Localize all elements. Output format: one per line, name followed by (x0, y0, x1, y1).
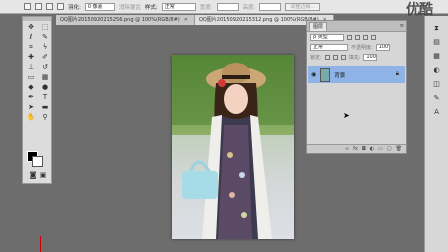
eyedropper-tool-icon[interactable]: ϟ (39, 43, 51, 52)
adjustments-icon[interactable]: ◐ (432, 66, 442, 74)
clone-stamp-icon[interactable]: ⊥ (25, 63, 37, 72)
lock-row: 锁定: 填充: 100% (307, 52, 406, 62)
layer-filter-row: ρ 类型 (307, 32, 406, 42)
photo-image (172, 55, 294, 239)
red-marker (40, 236, 41, 252)
marquee-tool-icon[interactable]: ⬚ (39, 23, 51, 32)
style-select[interactable]: 正常 (161, 2, 196, 11)
layer-thumbnail (320, 67, 331, 82)
healing-brush-icon[interactable]: ✚ (25, 53, 37, 62)
channels-icon[interactable]: ◫ (432, 80, 442, 88)
height-label: 高度: (242, 4, 256, 11)
pen-tool-icon[interactable]: ✒ (25, 93, 37, 102)
zoom-tool-icon[interactable]: ⚲ (39, 113, 51, 122)
background-color[interactable] (32, 156, 43, 167)
lock-position-icon[interactable] (332, 54, 338, 60)
canvas-photo[interactable] (172, 55, 294, 239)
blur-tool-icon[interactable]: ◆ (25, 83, 37, 92)
history-icon[interactable]: ⧗ (432, 24, 442, 32)
new-group-icon[interactable]: ▭ (378, 146, 383, 152)
brush-tool-icon[interactable]: ✐ (39, 53, 51, 62)
layers-panel: 图层 ≡ ρ 类型 正常 不透明度: 100% 锁定: 填充: 100% ◉ 背… (306, 20, 407, 154)
fill-input[interactable]: 100% (363, 53, 378, 61)
dodge-tool-icon[interactable]: ● (39, 83, 51, 92)
fill-label: 填充: (348, 54, 361, 61)
quick-select-tool-icon[interactable]: ✎ (39, 33, 51, 42)
layer-row-background[interactable]: ◉ 背景 🔒︎ (308, 66, 405, 83)
opacity-label: 不透明度: (351, 44, 373, 51)
move-tool-icon[interactable]: ✥ (25, 23, 37, 32)
close-icon[interactable]: ✕ (184, 15, 188, 25)
eraser-tool-icon[interactable]: ▭ (25, 73, 37, 82)
adjustment-layer-icon[interactable]: ◐ (370, 146, 374, 152)
width-label: 宽度: (199, 4, 213, 11)
panel-menu-icon[interactable]: ≡ (400, 23, 404, 29)
add-selection-icon[interactable] (35, 3, 42, 10)
tab-layers[interactable]: 图层 (309, 21, 328, 31)
hand-tool-icon[interactable]: ✋ (25, 113, 37, 122)
height-input[interactable] (259, 2, 282, 11)
add-mask-icon[interactable]: ◘ (362, 146, 366, 152)
opacity-input[interactable]: 100% (375, 43, 390, 51)
filter-shape-icon[interactable] (371, 34, 376, 40)
options-bar: 羽化: 0 像素 消除锯齿 样式: 正常 宽度: 高度: 调整边缘... (0, 0, 448, 14)
toolbox: ✥ ⬚ ℓ ✎ ⌗ ϟ ✚ ✐ ⊥ ↺ ▭ ▦ ◆ ● ✒ T ➤ ▬ ✋ ⚲ … (22, 16, 52, 184)
lock-label: 锁定: (310, 54, 322, 61)
paths-icon[interactable]: ✎ (432, 94, 442, 102)
gradient-tool-icon[interactable]: ▦ (39, 73, 51, 82)
filter-type-icon[interactable] (363, 34, 368, 40)
antialias-checkbox[interactable]: 消除锯齿 (119, 3, 141, 11)
history-brush-icon[interactable]: ↺ (39, 63, 51, 72)
swatches-icon[interactable]: ▦ (432, 52, 442, 60)
width-input[interactable] (216, 2, 239, 11)
path-select-icon[interactable]: ➤ (25, 103, 37, 112)
filter-pixel-icon[interactable] (347, 34, 352, 40)
lasso-tool-icon[interactable]: ℓ (25, 33, 37, 42)
doc-tab-2-label: QQ图片20150920215312.png @ 100%(RGB/8#) (198, 17, 319, 23)
layers-panel-header: 图层 ≡ (307, 21, 406, 32)
lock-icon: 🔒︎ (395, 70, 399, 77)
new-layer-icon[interactable]: ▢ (387, 146, 392, 152)
lock-all-icon[interactable] (340, 54, 346, 60)
blend-mode-select[interactable]: 正常 (310, 43, 348, 51)
doc-tab-1-label: QQ图片20150920215256.png @ 100%(RGB/8#) (60, 17, 180, 23)
subtract-selection-icon[interactable] (46, 3, 53, 10)
doc-tab-1[interactable]: QQ图片20150920215256.png @ 100%(RGB/8#) ✕ (56, 15, 195, 25)
new-selection-icon[interactable] (24, 3, 31, 10)
document-tabs: QQ图片20150920215256.png @ 100%(RGB/8#) ✕ … (56, 15, 334, 25)
eye-icon[interactable]: ◉ (311, 71, 316, 78)
properties-icon[interactable]: ▤ (432, 38, 442, 46)
delete-layer-icon[interactable]: 🗑︎ (396, 146, 402, 152)
layer-name[interactable]: 背景 (334, 71, 345, 79)
type-tool-icon[interactable]: T (39, 93, 51, 102)
feather-input[interactable]: 0 像素 (84, 2, 115, 11)
youku-logo: 优酷 (406, 2, 433, 18)
screen-mode-icon[interactable]: ▣ (37, 171, 49, 180)
style-label: 样式: (144, 4, 158, 11)
link-layers-icon[interactable]: ∞ (345, 146, 349, 152)
right-panel-strip: ⧗ ▤ ▦ ◐ ◫ ✎ A (424, 16, 448, 252)
blend-row: 正常 不透明度: 100% (307, 42, 406, 52)
layer-style-icon[interactable]: fx (353, 146, 358, 152)
filter-adjust-icon[interactable] (355, 34, 360, 40)
layer-kind-select[interactable]: ρ 类型 (310, 33, 344, 41)
intersect-selection-icon[interactable] (57, 3, 64, 10)
lock-pixels-icon[interactable] (324, 54, 330, 60)
feather-label: 羽化: (68, 4, 81, 11)
layers-panel-footer: ∞ fx ◘ ◐ ▭ ▢ 🗑︎ (307, 144, 406, 153)
shape-tool-icon[interactable]: ▬ (39, 103, 51, 112)
refine-edge-button[interactable]: 调整边缘... (285, 2, 321, 11)
character-icon[interactable]: A (432, 108, 442, 116)
mouse-cursor-icon: ➤ (343, 111, 350, 120)
crop-tool-icon[interactable]: ⌗ (25, 43, 37, 52)
